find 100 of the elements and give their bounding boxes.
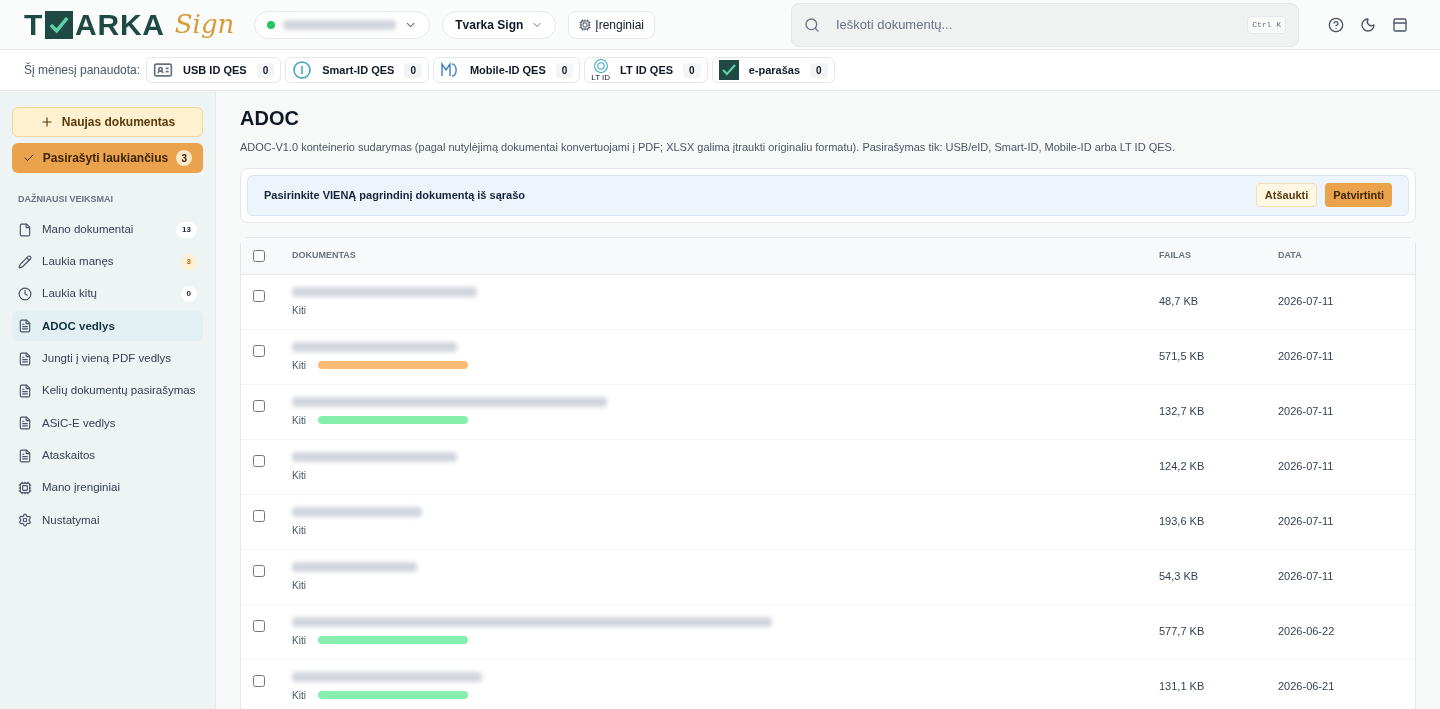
logo-check-icon (45, 10, 74, 39)
search-field[interactable]: Ieškoti dokumentų... Ctrl K (791, 2, 1299, 47)
document-icon (18, 319, 32, 334)
clock-icon (18, 287, 32, 302)
usage-count: 0 (810, 62, 828, 78)
device-icon (18, 480, 32, 495)
table-cell-text: 124,2 KB (1159, 459, 1206, 475)
document-icon (18, 416, 32, 431)
category-label: Kiti (292, 468, 306, 483)
document-icon (18, 384, 32, 398)
usage-count: 0 (404, 62, 422, 78)
category-label: Kiti (292, 578, 306, 593)
table-cell-text: 577,7 KB (1159, 624, 1206, 640)
table-cell-text: 2026-07-11 (1278, 569, 1334, 585)
nav-item[interactable]: Mano dokumentai 13 (12, 214, 203, 245)
category-label: Kiti (292, 523, 306, 538)
table-cell-text: 2026-07-11 (1278, 459, 1334, 475)
nav-item[interactable]: Kelių dokumentų pasirašymas (12, 376, 203, 406)
table-cell-text: 571,5 KB (1159, 349, 1206, 365)
nav-item[interactable]: Mano įrenginiai (12, 472, 203, 503)
usage-count: 0 (555, 62, 574, 78)
usage-name: Smart-ID QES (322, 62, 395, 78)
table-cell-text: 54,3 KB (1159, 569, 1200, 585)
smart-id-icon (292, 60, 313, 80)
nav-item[interactable]: Ataskaitos (12, 440, 203, 471)
table-cell-text: 2026-07-11 (1278, 294, 1334, 310)
table-cell-text: 2026-06-21 (1278, 679, 1335, 695)
table-cell-text: 193,6 KB (1159, 514, 1206, 530)
table-cell-text: 2026-07-11 (1278, 349, 1334, 365)
workspace-select[interactable]: Tvarka Sign (442, 10, 557, 39)
help-icon[interactable] (1328, 16, 1344, 33)
column-header: DATA (1278, 248, 1302, 262)
file-icon (18, 222, 32, 237)
category-label: Kiti (292, 633, 306, 648)
usage-name: LT ID QES (620, 62, 674, 78)
plus-icon (39, 115, 54, 129)
usage-name: Mobile-ID QES (469, 62, 546, 78)
select-all-checkbox[interactable] (253, 249, 265, 262)
table-cell-text: 2026-07-11 (1278, 514, 1334, 530)
nav-item[interactable]: Laukia kitų 0 (12, 279, 203, 310)
cancel-button[interactable]: Atšaukti (1255, 183, 1318, 207)
check-icon (22, 152, 35, 164)
section-heading: DAŽNIAUSI VEIKSMAI (17, 193, 114, 206)
row-checkbox[interactable] (253, 509, 265, 522)
table-cell-text: 2026-06-22 (1278, 624, 1335, 640)
page-description: ADOC-V1.0 konteinerio sudarymas (pagal nutylėjimą dokumentai konvertuojami į PDF; XLSX galima įtraukti originaliu formatu). Pasirašymas tik: USB/eID, Smart-ID, Mobile-ID arba LT ID QES. (240, 140, 1176, 155)
id-card-icon (153, 60, 174, 80)
count-badge: 0 (180, 286, 197, 303)
search-icon (804, 16, 820, 33)
usage-name: e-parašas (748, 62, 800, 78)
search-input[interactable]: Ieškoti dokumentų... (836, 14, 1232, 35)
logo-letter: T (24, 7, 44, 43)
count-badge: 13 (176, 221, 197, 238)
target-icon (592, 58, 609, 74)
nav-item[interactable]: Nustatymai (12, 505, 203, 536)
row-checkbox[interactable] (253, 454, 265, 467)
column-header: DOKUMENTAS (292, 248, 357, 262)
mobile-id-icon (439, 60, 460, 80)
nav-item[interactable]: Jungti į vieną PDF vedlys (12, 343, 203, 374)
settings-icon (18, 513, 32, 528)
usage-count: 0 (256, 62, 275, 78)
layout-icon[interactable] (1392, 16, 1408, 33)
row-checkbox[interactable] (253, 344, 265, 357)
device-icon (579, 18, 592, 31)
nav-item[interactable]: ASiC-E vedlys (12, 408, 203, 439)
document-icon (18, 448, 32, 463)
table-cell-text: 132,7 KB (1159, 404, 1206, 420)
logo-text: ARKA (75, 7, 165, 43)
usage-name: USB ID QES (183, 62, 247, 78)
new-document-button[interactable]: Naujas dokumentas (12, 107, 203, 137)
row-checkbox[interactable] (253, 619, 265, 632)
category-label: Kiti (292, 688, 306, 703)
document-icon (18, 351, 32, 366)
count-badge: 3 (176, 150, 193, 166)
moon-icon[interactable] (1360, 16, 1376, 33)
row-checkbox[interactable] (253, 289, 265, 302)
row-checkbox[interactable] (253, 674, 265, 687)
pencil-icon (18, 254, 32, 269)
count-badge: 3 (180, 253, 197, 270)
table-cell-text: 131,1 KB (1159, 679, 1206, 695)
sign-pending-button[interactable]: Pasirašyti laukiančius 3 (12, 143, 203, 173)
banner-text: Pasirinkite VIENĄ pagrindinį dokumentą iš sąrašo (264, 187, 527, 203)
category-label: Kiti (292, 303, 306, 318)
checkmark-square-icon (718, 60, 739, 80)
usage-count: 0 (683, 62, 701, 78)
category-label: Kiti (292, 413, 306, 428)
logo-script: Sign (174, 8, 235, 41)
table-cell-text: 48,7 KB (1159, 294, 1200, 310)
row-checkbox[interactable] (253, 564, 265, 577)
page-title: ADOC (240, 106, 300, 131)
icon-caption: LT ID (591, 74, 611, 82)
usage-label: Šį mėnesį panaudota: (24, 61, 141, 79)
nav-item[interactable]: Laukia manęs 3 (12, 246, 203, 277)
category-label: Kiti (292, 358, 306, 373)
row-checkbox[interactable] (253, 399, 265, 412)
nav-item[interactable]: ADOC vedlys (12, 311, 203, 342)
table-cell-text: 2026-07-11 (1278, 404, 1334, 420)
confirm-button[interactable]: Patvirtinti (1325, 183, 1392, 207)
devices-button[interactable]: Įrenginiai (568, 10, 655, 39)
column-header: FAILAS (1159, 248, 1192, 262)
